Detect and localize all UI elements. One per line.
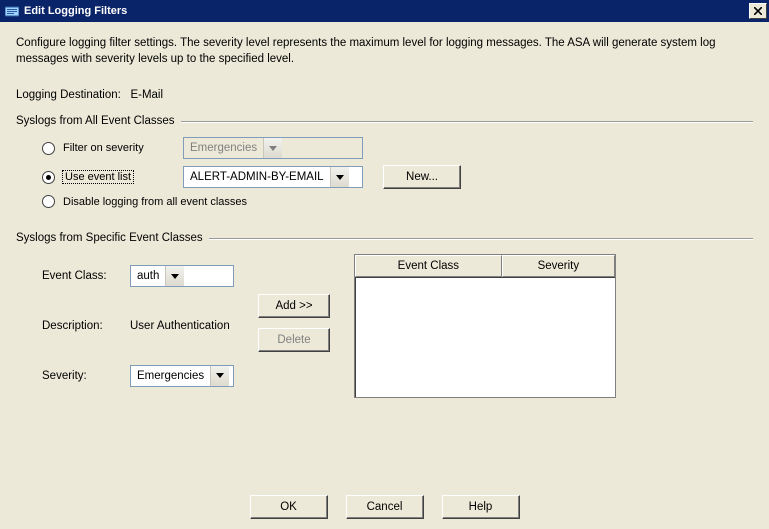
chevron-down-icon (165, 266, 184, 286)
destination-label: Logging Destination: (16, 89, 121, 101)
label-filter-on-severity[interactable]: Filter on severity (63, 142, 183, 154)
chevron-down-icon (330, 167, 349, 187)
label-severity: Severity: (42, 370, 130, 382)
group-heading-all-label: Syslogs from All Event Classes (16, 115, 175, 127)
label-description: Description: (42, 320, 130, 332)
add-button[interactable]: Add >> (258, 294, 330, 318)
chevron-down-icon (210, 366, 229, 386)
table-body[interactable] (354, 277, 616, 398)
specific-mid-buttons: Add >> Delete (258, 254, 330, 398)
titlebar: Edit Logging Filters (0, 0, 769, 22)
group-all-event-classes: Syslogs from All Event Classes Filter on… (16, 115, 753, 214)
dropdown-event-list[interactable]: ALERT-ADMIN-BY-EMAIL (183, 166, 363, 188)
description-text: Configure logging filter settings. The s… (16, 36, 753, 67)
dropdown-event-class[interactable]: auth (130, 265, 234, 287)
window-title: Edit Logging Filters (24, 5, 749, 17)
close-button[interactable] (749, 3, 767, 19)
radio-filter-on-severity[interactable] (42, 142, 55, 155)
label-disable-logging[interactable]: Disable logging from all event classes (63, 196, 247, 208)
help-button[interactable]: Help (442, 495, 520, 519)
label-event-class: Event Class: (42, 270, 130, 282)
dropdown-severity[interactable]: Emergencies (183, 137, 363, 159)
specific-left-panel: Event Class: auth Description: User Auth… (42, 254, 234, 398)
row-use-event-list: Use event list ALERT-ADMIN-BY-EMAIL New.… (42, 165, 753, 189)
destination-line: Logging Destination: E-Mail (16, 89, 753, 101)
group-specific-event-classes: Syslogs from Specific Event Classes Even… (16, 232, 753, 398)
event-class-table: Event Class Severity (354, 254, 616, 398)
group-separator (181, 121, 753, 123)
group-heading-all: Syslogs from All Event Classes (16, 115, 753, 127)
group-separator (209, 238, 753, 240)
app-icon (4, 3, 20, 19)
new-event-list-button[interactable]: New... (383, 165, 461, 189)
ok-button[interactable]: OK (250, 495, 328, 519)
column-severity[interactable]: Severity (502, 255, 615, 277)
row-filter-on-severity: Filter on severity Emergencies (42, 137, 753, 159)
column-event-class[interactable]: Event Class (355, 255, 502, 277)
dialog-body: Configure logging filter settings. The s… (0, 22, 769, 529)
radio-disable-logging[interactable] (42, 195, 55, 208)
row-disable-logging: Disable logging from all event classes (42, 195, 753, 208)
dropdown-event-class-value: auth (131, 266, 165, 286)
group-heading-specific: Syslogs from Specific Event Classes (16, 232, 753, 244)
table-header: Event Class Severity (354, 254, 616, 277)
cancel-button[interactable]: Cancel (346, 495, 424, 519)
specific-area: Event Class: auth Description: User Auth… (42, 254, 753, 398)
footer-buttons: OK Cancel Help (16, 477, 753, 519)
dropdown-specific-severity[interactable]: Emergencies (130, 365, 234, 387)
delete-button[interactable]: Delete (258, 328, 330, 352)
dropdown-severity-value: Emergencies (184, 138, 263, 158)
dropdown-specific-severity-value: Emergencies (131, 366, 210, 386)
value-description: User Authentication (130, 320, 234, 332)
chevron-down-icon (263, 138, 282, 158)
destination-value: E-Mail (130, 89, 163, 101)
radio-use-event-list[interactable] (42, 171, 55, 184)
label-use-event-list[interactable]: Use event list (63, 171, 183, 183)
group-heading-specific-label: Syslogs from Specific Event Classes (16, 232, 203, 244)
dropdown-event-list-value: ALERT-ADMIN-BY-EMAIL (184, 167, 330, 187)
